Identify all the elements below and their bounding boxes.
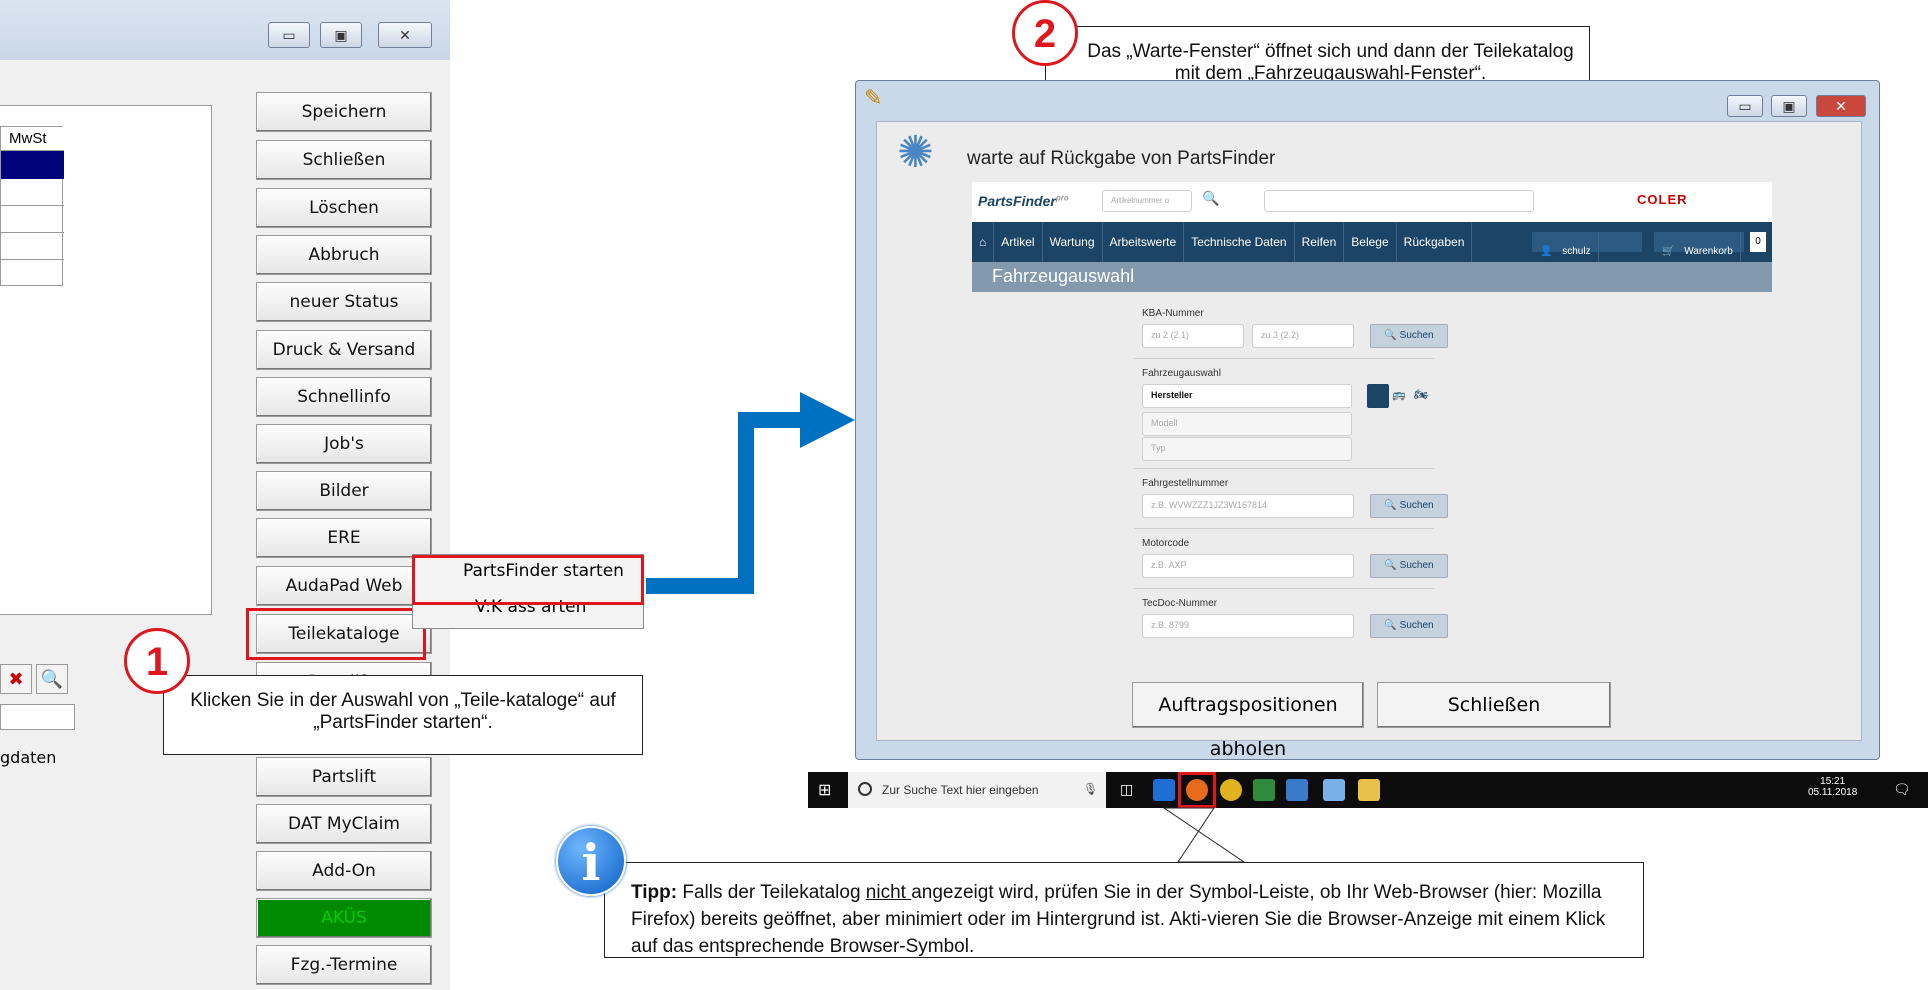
info-icon: i (556, 826, 626, 896)
tip-text-underlined: nicht (865, 882, 912, 903)
tip-callout: Tipp: Falls der Teilekatalog nicht angez… (604, 862, 1644, 958)
tip-label: Tipp: (631, 882, 678, 903)
tip-text-1: Falls der Teilekatalog (677, 882, 866, 903)
tip-pointer (1162, 807, 1246, 863)
